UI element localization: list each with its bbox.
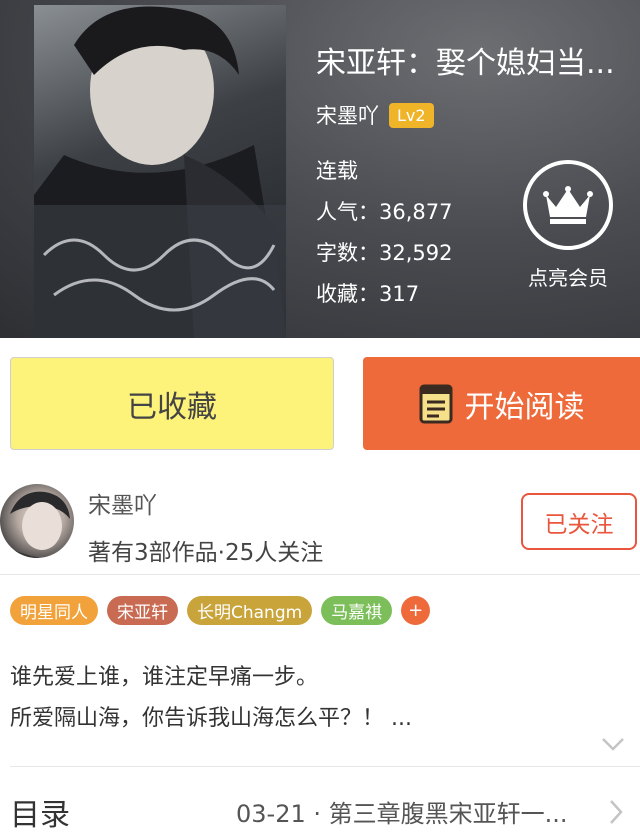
level-badge: Lv2 xyxy=(389,102,434,128)
tag-item[interactable]: 宋亚轩 xyxy=(107,596,178,625)
add-tag-button[interactable]: + xyxy=(401,596,431,625)
author-avatar[interactable] xyxy=(0,484,74,558)
description-line-1: 谁先爱上谁，谁注定早痛一步。 xyxy=(10,665,319,690)
book-favorites: 收藏：317 xyxy=(316,282,420,306)
book-author[interactable]: 宋墨吖 xyxy=(316,100,379,130)
follow-button[interactable]: 已关注 xyxy=(521,493,637,550)
avatar-image xyxy=(0,491,70,558)
author-row: 宋墨吖 Lv2 xyxy=(316,100,434,130)
start-reading-label: 开始阅读 xyxy=(464,389,585,425)
follow-label: 已关注 xyxy=(544,511,614,538)
crown-icon-ring xyxy=(523,160,613,250)
book-title: 宋亚轩：娶个媳妇当... xyxy=(316,46,615,81)
membership-button[interactable]: 点亮会员 xyxy=(513,160,623,291)
description-line-2: 所爱隔山海，你告诉我山海怎么平？！ ... xyxy=(10,706,412,731)
tag-list: 明星同人 宋亚轩 长明Changm 马嘉祺 + xyxy=(10,596,431,625)
tag-item[interactable]: 马嘉祺 xyxy=(321,596,393,625)
favorited-label: 已收藏 xyxy=(127,389,217,425)
book-cover-image[interactable] xyxy=(34,5,286,338)
book-header: 宋亚轩：娶个媳妇当... 宋墨吖 Lv2 连载 人气：36,877 字数：32,… xyxy=(0,0,640,338)
latest-chapter[interactable]: 03-21 · 第三章腹黑宋亚轩一... xyxy=(236,794,604,829)
chevron-down-icon[interactable] xyxy=(600,736,626,752)
divider xyxy=(0,574,640,575)
book-status: 连载 xyxy=(316,159,358,183)
tag-item[interactable]: 明星同人 xyxy=(10,596,98,625)
chevron-right-icon[interactable] xyxy=(608,798,624,826)
author-name[interactable]: 宋墨吖 xyxy=(88,486,157,520)
membership-label: 点亮会员 xyxy=(528,266,608,290)
book-icon xyxy=(419,384,452,423)
toc-label[interactable]: 目录 xyxy=(10,790,70,834)
crown-icon xyxy=(543,186,593,224)
divider xyxy=(10,766,640,767)
favorited-button[interactable]: 已收藏 xyxy=(10,357,334,450)
book-popularity: 人气：36,877 xyxy=(316,200,453,224)
start-reading-button[interactable]: 开始阅读 xyxy=(363,357,640,450)
cover-artwork xyxy=(34,6,286,338)
tag-item[interactable]: 长明Changm xyxy=(187,596,313,625)
author-stats: 著有3部作品·25人关注 xyxy=(88,540,324,566)
book-word-count: 字数：32,592 xyxy=(316,241,453,265)
